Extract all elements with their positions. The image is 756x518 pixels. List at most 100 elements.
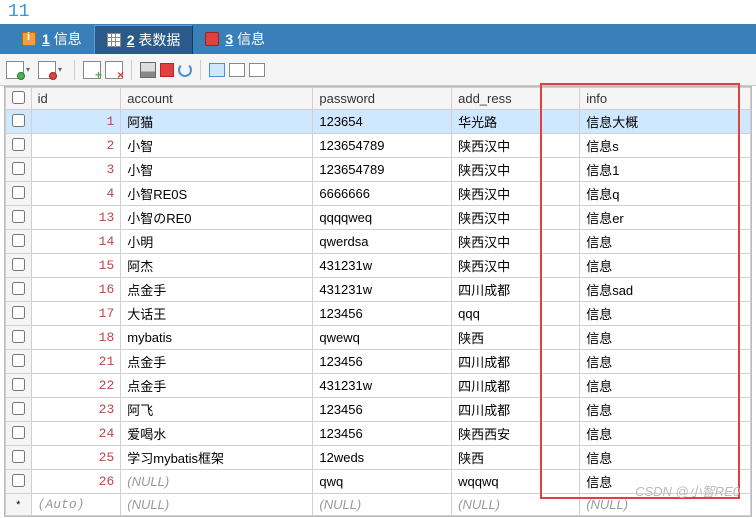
row-handle[interactable] [6,110,32,134]
cell-account[interactable]: 阿猫 [121,110,313,134]
row-checkbox[interactable] [12,114,25,127]
table-row[interactable]: 1阿猫123654华光路信息大概 [6,110,751,134]
cell-account[interactable]: 阿飞 [121,398,313,422]
cell-id[interactable]: 21 [31,350,121,374]
row-checkbox[interactable] [12,186,25,199]
cell-info[interactable]: 信息 [580,398,751,422]
cell-password[interactable]: 123456 [313,302,452,326]
delete-row-button[interactable] [38,61,56,79]
grid-view-button[interactable] [209,63,225,77]
cell-info[interactable]: 信息 [580,374,751,398]
row-handle[interactable] [6,422,32,446]
cell-address[interactable]: 四川成都 [452,278,580,302]
cell-password[interactable]: 6666666 [313,182,452,206]
cell-address[interactable]: 陕西汉中 [452,206,580,230]
refresh-button[interactable] [178,63,192,77]
cell-info[interactable]: 信息 [580,422,751,446]
row-checkbox[interactable] [12,138,25,151]
cell-id[interactable]: 24 [31,422,121,446]
cell-address[interactable]: wqqwq [452,470,580,494]
cell-address[interactable]: 陕西汉中 [452,230,580,254]
row-checkbox[interactable] [12,162,25,175]
row-checkbox[interactable] [12,306,25,319]
add-row-button[interactable] [83,61,101,79]
table-row[interactable]: 23阿飞123456四川成都信息 [6,398,751,422]
cell-id[interactable]: 23 [31,398,121,422]
table-row[interactable]: 14小明qwerdsa陕西汉中信息 [6,230,751,254]
cell-address[interactable]: 四川成都 [452,350,580,374]
cell-address[interactable]: 陕西 [452,446,580,470]
cell-password[interactable]: qwq [313,470,452,494]
row-handle[interactable]: * [6,494,32,516]
cell-id[interactable]: 15 [31,254,121,278]
cell-address[interactable]: (NULL) [452,494,580,516]
cell-id[interactable]: 13 [31,206,121,230]
cell-password[interactable]: qwerdsa [313,230,452,254]
row-checkbox[interactable] [12,378,25,391]
row-handle[interactable] [6,302,32,326]
cell-info[interactable]: 信息q [580,182,751,206]
row-handle[interactable] [6,398,32,422]
select-all-checkbox[interactable] [12,91,25,104]
cell-password[interactable]: qqqqweq [313,206,452,230]
tab-info-2[interactable]: 3 信息 [193,25,277,53]
cell-account[interactable]: 小明 [121,230,313,254]
row-handle[interactable] [6,206,32,230]
row-checkbox[interactable] [12,234,25,247]
form-view-button[interactable] [229,63,245,77]
cell-account[interactable]: 小智RE0S [121,182,313,206]
row-handle[interactable] [6,158,32,182]
table-row[interactable]: 17大话王123456qqq信息 [6,302,751,326]
delete-row-dropdown[interactable]: ▾ [58,65,66,74]
row-checkbox[interactable] [12,258,25,271]
cell-password[interactable]: (NULL) [313,494,452,516]
table-row[interactable]: 16点金手431231w四川成都信息sad [6,278,751,302]
cell-password[interactable]: 431231w [313,278,452,302]
cell-password[interactable]: 431231w [313,254,452,278]
table-row[interactable]: 2小智123654789陕西汉中信息s [6,134,751,158]
cell-account[interactable]: 点金手 [121,374,313,398]
cell-id[interactable]: 4 [31,182,121,206]
cell-id[interactable]: 1 [31,110,121,134]
cell-id[interactable]: 22 [31,374,121,398]
cell-account[interactable]: 阿杰 [121,254,313,278]
row-checkbox[interactable] [12,450,25,463]
cell-info[interactable]: 信息大概 [580,110,751,134]
table-row[interactable]: 21点金手123456四川成都信息 [6,350,751,374]
cell-address[interactable]: 华光路 [452,110,580,134]
text-view-button[interactable] [249,63,265,77]
row-checkbox[interactable] [12,210,25,223]
cell-account[interactable]: 点金手 [121,350,313,374]
table-row[interactable]: 4小智RE0S6666666陕西汉中信息q [6,182,751,206]
cell-info[interactable]: 信息 [580,302,751,326]
cell-account[interactable]: 点金手 [121,278,313,302]
cell-info[interactable]: 信息 [580,326,751,350]
cell-account[interactable]: mybatis [121,326,313,350]
cell-id[interactable]: 16 [31,278,121,302]
cell-password[interactable]: 123456 [313,350,452,374]
cell-password[interactable]: 123456 [313,422,452,446]
row-checkbox[interactable] [12,474,25,487]
cell-id[interactable]: 2 [31,134,121,158]
cell-info[interactable]: 信息er [580,206,751,230]
table-row[interactable]: 25学习mybatis框架12weds陕西信息 [6,446,751,470]
cell-info[interactable]: 信息 [580,230,751,254]
row-checkbox[interactable] [12,354,25,367]
cell-address[interactable]: 四川成都 [452,374,580,398]
column-header-account[interactable]: account [121,88,313,110]
insert-row-dropdown[interactable]: ▾ [26,65,34,74]
cell-info[interactable]: 信息s [580,134,751,158]
cell-info[interactable]: 信息 [580,446,751,470]
row-handle[interactable] [6,446,32,470]
row-handle[interactable] [6,374,32,398]
cell-password[interactable]: 431231w [313,374,452,398]
cell-address[interactable]: 四川成都 [452,398,580,422]
table-row[interactable]: 13小智のRE0qqqqweq陕西汉中信息er [6,206,751,230]
delete-button[interactable] [160,63,174,77]
select-all-header[interactable] [6,88,32,110]
column-header-id[interactable]: id [31,88,121,110]
cell-account[interactable]: 爱喝水 [121,422,313,446]
row-handle[interactable] [6,254,32,278]
table-row[interactable]: 18mybatisqwewq陕西信息 [6,326,751,350]
column-header-address[interactable]: add_ress [452,88,580,110]
